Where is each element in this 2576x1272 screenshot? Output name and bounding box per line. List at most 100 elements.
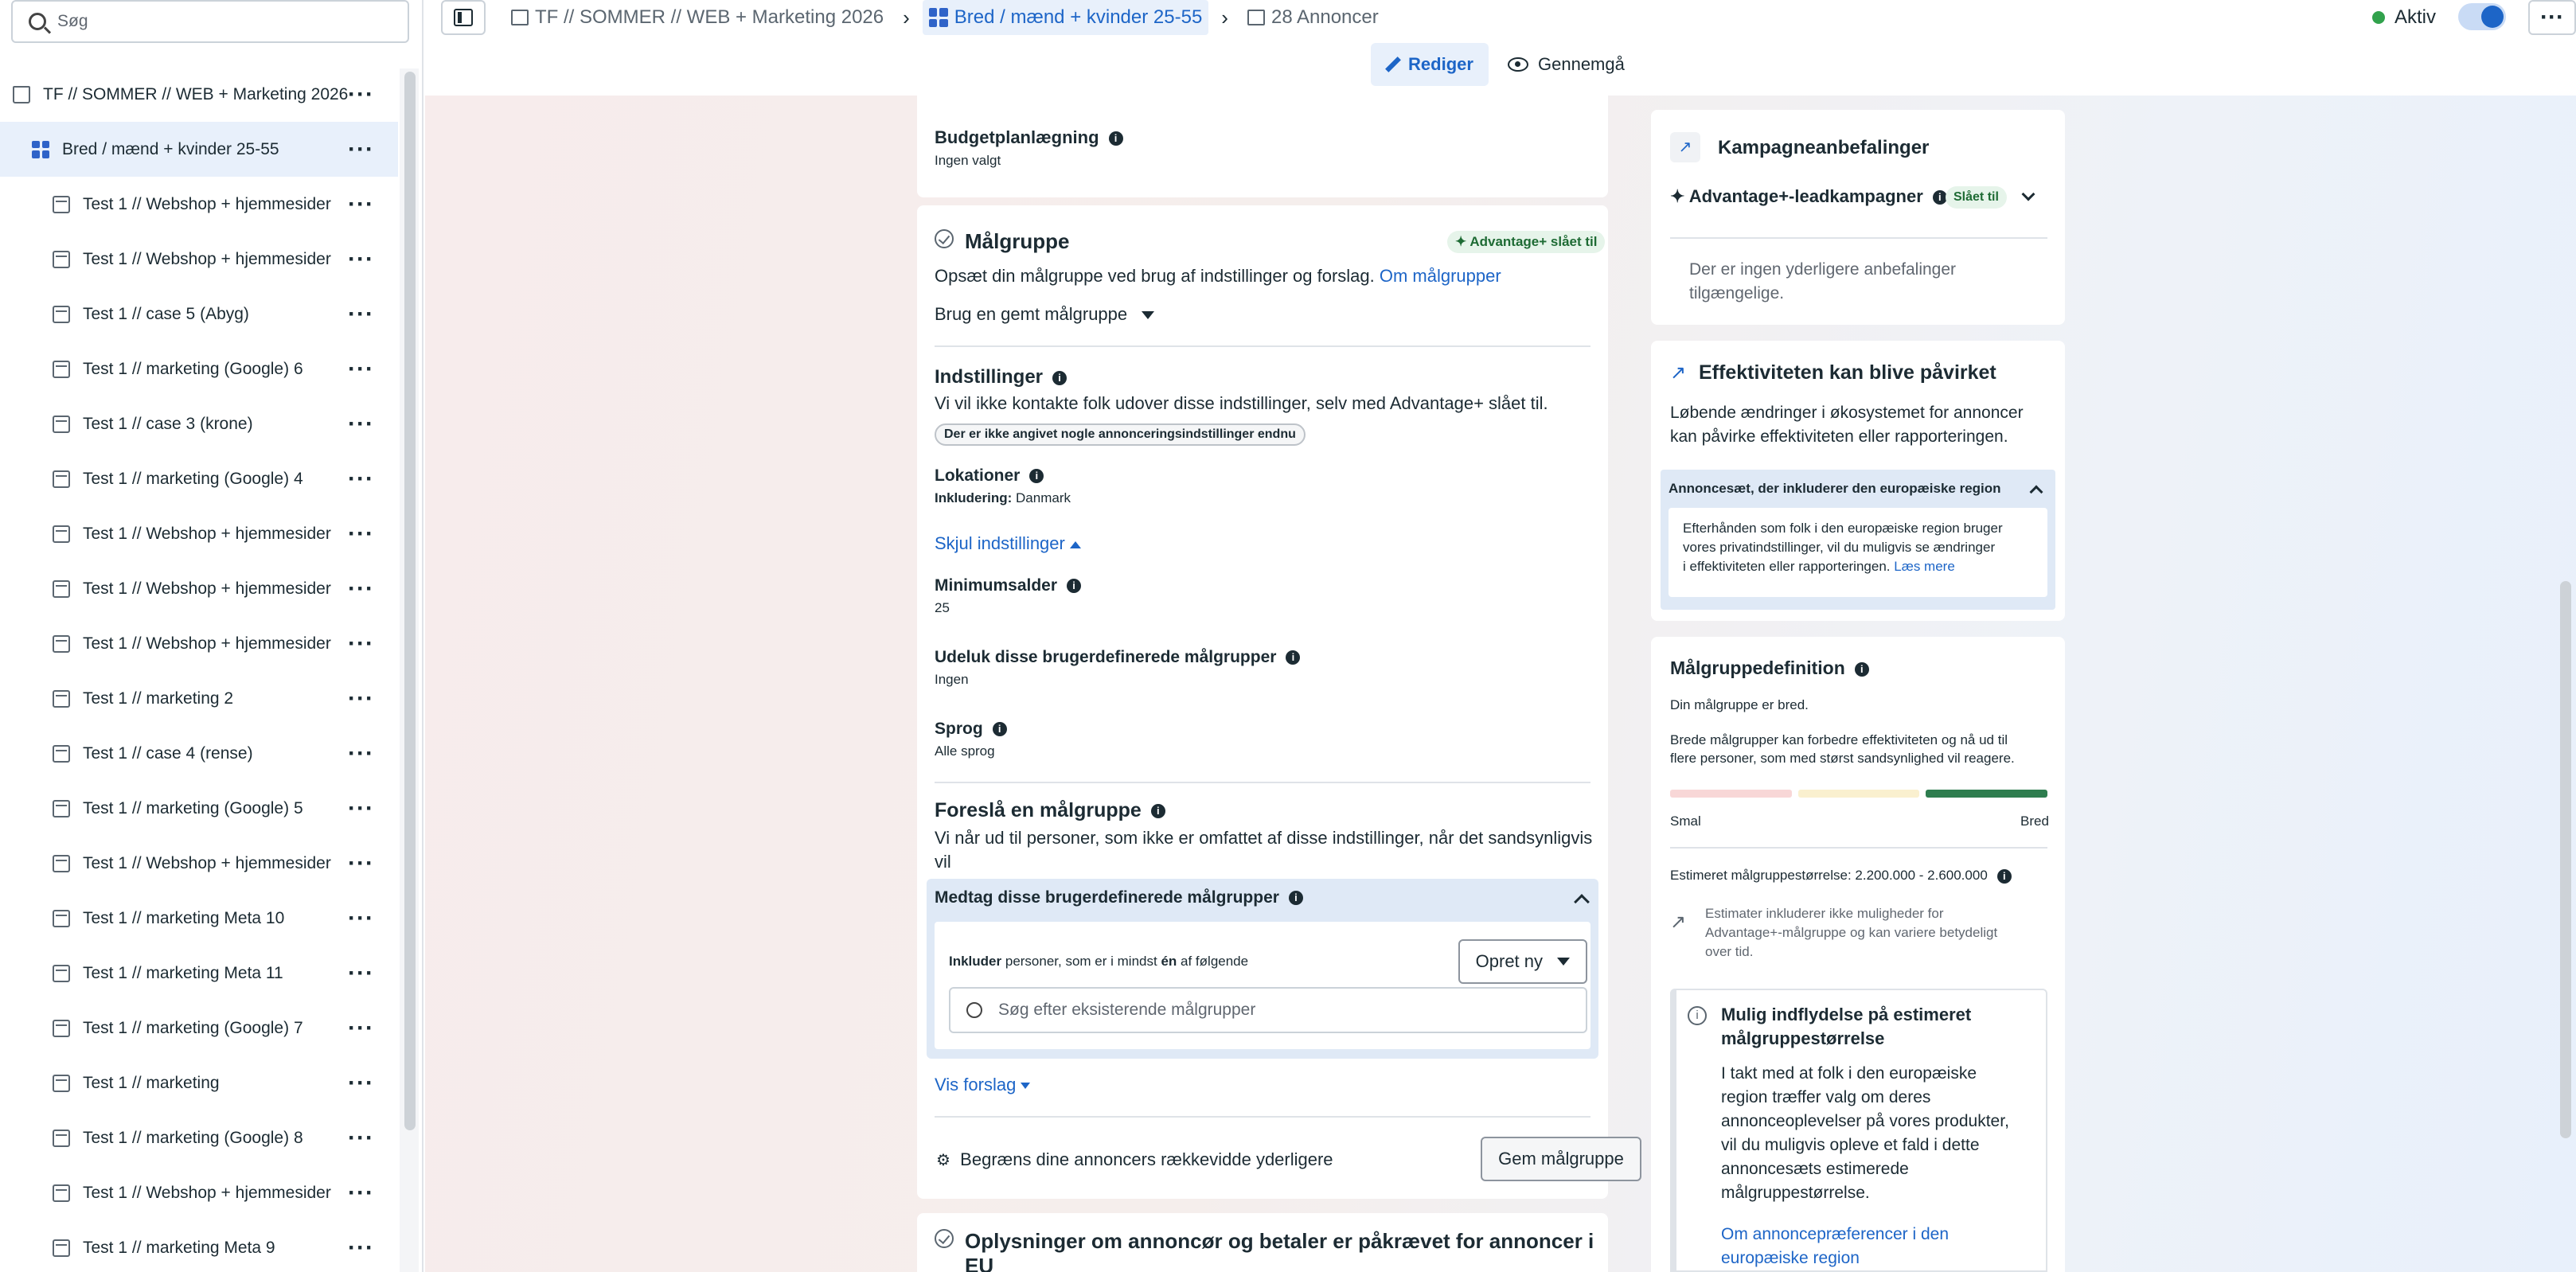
impact-notice: i Mulig indflydelse på estimeret målgrupp…	[1670, 989, 2047, 1272]
sidebar-item-ad[interactable]: Test 1 // marketing (Google) 7 ···	[0, 1001, 398, 1055]
sidebar-item-label: Test 1 // Webshop + hjemmesider	[83, 1183, 331, 1202]
ad-preferences-link[interactable]: Om annoncepræferencer i den europæiske re…	[1721, 1223, 1949, 1270]
locations-value: Inkludering: Danmark	[935, 490, 1071, 505]
sidebar-item-ad[interactable]: Test 1 // Webshop + hjemmesider ···	[0, 506, 398, 561]
info-icon: i	[1288, 891, 1303, 906]
sidebar-item-ad[interactable]: Test 1 // case 4 (rense) ···	[0, 726, 398, 781]
sidebar-item-ad[interactable]: Test 1 // marketing Meta 10 ···	[0, 891, 398, 946]
more-options-icon[interactable]: ···	[348, 1180, 374, 1204]
more-options-icon[interactable]: ···	[348, 1235, 374, 1259]
more-options-icon[interactable]: ···	[348, 302, 374, 326]
sidebar-item-ad[interactable]: Test 1 // case 3 (krone) ···	[0, 396, 398, 451]
sidebar-item-ad[interactable]: Test 1 // case 5 (Abyg) ···	[0, 287, 398, 341]
more-options-icon[interactable]: ···	[348, 247, 374, 271]
more-options-icon[interactable]: ···	[348, 631, 374, 655]
about-audiences-link[interactable]: Om målgrupper	[1380, 266, 1501, 286]
folder-icon	[13, 85, 30, 103]
more-options-icon[interactable]: ···	[348, 796, 374, 820]
ad-icon	[53, 1129, 70, 1147]
sidebar-item-ad[interactable]: Test 1 // marketing ···	[0, 1055, 398, 1110]
more-options-icon[interactable]: ···	[348, 1016, 374, 1040]
sidebar-item-ad[interactable]: Test 1 // marketing (Google) 8 ···	[0, 1110, 398, 1165]
sidebar-item-label: Test 1 // Webshop + hjemmesider	[83, 579, 331, 598]
sidebar-search-input[interactable]: Søg	[11, 0, 409, 43]
more-options-icon[interactable]: ···	[348, 1071, 374, 1094]
sidebar-item-ad[interactable]: Test 1 // marketing Meta 9 ···	[0, 1220, 398, 1272]
limit-reach-row[interactable]: ⚙ Begræns dine annoncers rækkevidde yder…	[936, 1149, 1333, 1170]
edit-mode-button[interactable]: Rediger	[1371, 43, 1489, 86]
more-options-icon[interactable]: ···	[348, 1126, 374, 1149]
hide-settings-link[interactable]: Skjul indstillinger	[935, 533, 1081, 554]
more-options-icon[interactable]: ···	[348, 521, 374, 545]
audience-intro: Opsæt din målgruppe ved brug af indstill…	[935, 266, 1501, 286]
breadcrumb-campaign[interactable]: TF // SOMMER // WEB + Marketing 2026	[505, 0, 890, 35]
ad-icon	[53, 195, 70, 213]
more-options-icon[interactable]: ···	[348, 906, 374, 930]
breadcrumb-ads[interactable]: 28 Annoncer	[1241, 0, 1385, 35]
more-options-icon[interactable]: ···	[348, 466, 374, 490]
sidebar-item-label: Test 1 // Webshop + hjemmesider	[83, 634, 331, 653]
sidebar-item-adset[interactable]: Bred / mænd + kvinder 25-55 ···	[0, 122, 398, 177]
check-circle-icon	[935, 1229, 954, 1248]
sidebar-item-ad[interactable]: Test 1 // Webshop + hjemmesider ···	[0, 1165, 398, 1220]
chevron-right-icon: ›	[903, 5, 910, 29]
editor-canvas: Budgetplanlægning i Ingen valgt Målgruppe…	[425, 96, 2576, 1272]
performance-card: ↗ Effektiviteten kan blive påvirket Løbe…	[1651, 341, 2065, 621]
sparkle-icon: ✦	[1455, 234, 1467, 249]
sidebar-item-label: Test 1 // marketing (Google) 5	[83, 798, 303, 817]
search-icon	[29, 13, 46, 30]
sidebar-item-ad[interactable]: Test 1 // Webshop + hjemmesider ···	[0, 616, 398, 671]
toggle-sidebar-button[interactable]	[441, 0, 486, 35]
show-suggestions-link[interactable]: Vis forslag	[935, 1075, 1031, 1095]
save-audience-button[interactable]: Gem målgruppe	[1481, 1137, 1641, 1181]
more-options-icon[interactable]: ···	[348, 412, 374, 435]
more-options-icon[interactable]: ···	[348, 961, 374, 985]
chevron-up-icon[interactable]	[2029, 485, 2043, 499]
more-options-icon[interactable]: ···	[348, 192, 374, 216]
saved-audience-dropdown[interactable]: Brug en gemt målgruppe	[935, 304, 1155, 325]
create-new-dropdown[interactable]: Opret ny	[1458, 939, 1587, 984]
recommendations-card: ↗ Kampagneanbefalinger ✦ Advantage+-lead…	[1651, 110, 2065, 325]
sidebar-scrollbar-thumb[interactable]	[404, 72, 416, 1130]
check-circle-icon	[935, 229, 954, 248]
more-options-icon[interactable]: ···	[348, 357, 374, 380]
active-toggle[interactable]	[2458, 3, 2506, 30]
info-icon: i	[1286, 650, 1301, 665]
chevron-right-icon: ›	[1221, 5, 1228, 29]
sidebar-item-ad[interactable]: Test 1 // Webshop + hjemmesider ···	[0, 177, 398, 232]
more-options-icon[interactable]: ···	[348, 741, 374, 765]
recommendation-item[interactable]: ✦ Advantage+-leadkampagner i	[1670, 186, 1947, 207]
more-options-icon[interactable]: ···	[348, 576, 374, 600]
status-indicator: Aktiv	[2371, 0, 2436, 35]
review-mode-button[interactable]: Gennemgå	[1508, 43, 1625, 86]
include-rule: Inkluder personer, som er i mindst én af…	[949, 954, 1249, 969]
ad-icon	[53, 525, 70, 543]
custom-audience-search[interactable]: Søg efter eksisterende målgrupper	[949, 987, 1587, 1033]
more-options-icon[interactable]: ···	[348, 851, 374, 875]
chevron-down-icon[interactable]	[2021, 187, 2035, 201]
sidebar-item-ad[interactable]: Test 1 // marketing (Google) 5 ···	[0, 781, 398, 836]
settings-desc: Vi vil ikke kontakte folk udover disse i…	[935, 393, 1548, 413]
ad-icon	[53, 1184, 70, 1202]
sidebar-item-ad[interactable]: Test 1 // Webshop + hjemmesider ···	[0, 836, 398, 891]
sidebar-item-ad[interactable]: Test 1 // marketing 2 ···	[0, 671, 398, 726]
sidebar-item-label: Test 1 // marketing (Google) 4	[83, 469, 303, 488]
sidebar-item-label: Test 1 // Webshop + hjemmesider	[83, 853, 331, 872]
more-options-icon[interactable]: ···	[348, 137, 374, 161]
definition-status: Din målgruppe er bred.	[1670, 697, 1809, 712]
sidebar-item-ad[interactable]: Test 1 // marketing (Google) 4 ···	[0, 451, 398, 506]
read-more-link[interactable]: Læs mere	[1894, 559, 1955, 574]
sidebar-panel-icon	[454, 9, 473, 26]
more-options-icon[interactable]: ···	[348, 686, 374, 710]
chevron-up-icon[interactable]	[1574, 894, 1590, 910]
more-options-icon[interactable]: ···	[348, 82, 374, 106]
sidebar-item-folder[interactable]: TF // SOMMER // WEB + Marketing 2026 ···	[0, 67, 398, 122]
sidebar-item-ad[interactable]: Test 1 // marketing (Google) 6 ···	[0, 341, 398, 396]
canvas-scrollbar-thumb[interactable]	[2560, 581, 2571, 1138]
sidebar-item-ad[interactable]: Test 1 // Webshop + hjemmesider ···	[0, 232, 398, 287]
ad-icon	[53, 1239, 70, 1257]
breadcrumb-adset[interactable]: Bred / mænd + kvinder 25-55	[922, 0, 1209, 35]
sidebar-item-ad[interactable]: Test 1 // marketing Meta 11 ···	[0, 946, 398, 1001]
sidebar-item-ad[interactable]: Test 1 // Webshop + hjemmesider ···	[0, 561, 398, 616]
more-options-button[interactable]: ···	[2528, 0, 2576, 35]
